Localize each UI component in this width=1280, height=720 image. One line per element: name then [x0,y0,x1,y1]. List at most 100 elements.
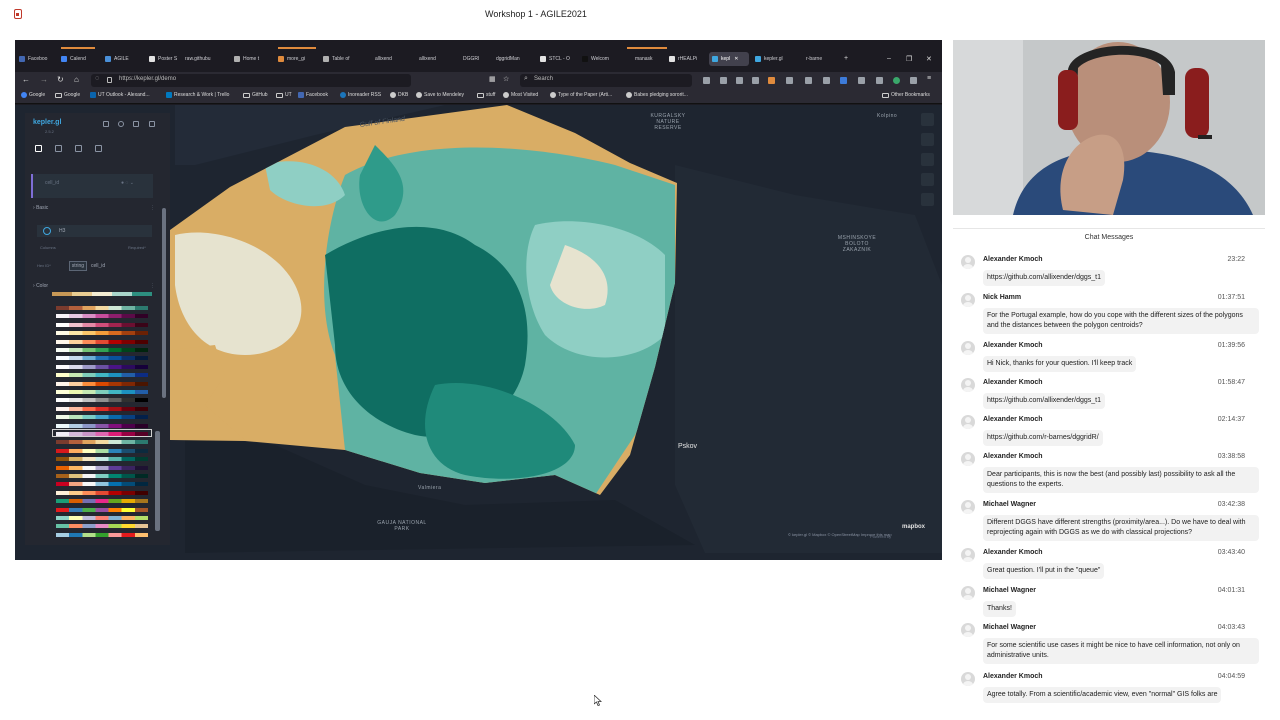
color-ramp-swatch[interactable] [56,423,148,428]
bookmark[interactable]: UT [276,92,292,98]
browser-tab[interactable]: Table of [323,52,361,66]
layer-type-selector[interactable]: H3 [37,225,152,237]
minimize-button[interactable]: – [887,55,891,62]
bookmark[interactable]: Google [21,92,45,98]
ramp-scrollbar[interactable] [155,431,160,531]
color-ramp-swatch[interactable] [56,499,148,504]
extension-icon[interactable] [876,77,883,84]
extension-icon[interactable] [910,77,917,84]
reload-icon[interactable]: ↻ [57,75,64,84]
color-ramp-swatch[interactable] [56,524,148,529]
browser-tab[interactable]: r-barne [806,52,840,66]
color-ramp-swatch[interactable] [56,356,148,361]
more-icon[interactable]: ⋮ [150,205,155,211]
section-color[interactable]: › Color [33,283,48,289]
color-ramp-swatch[interactable] [56,490,148,495]
locale-button[interactable] [921,193,934,206]
color-ramp-swatch[interactable] [56,532,148,537]
color-ramp-swatch[interactable] [56,406,148,411]
filters-tab-icon[interactable] [55,145,62,152]
settings-icon[interactable] [118,121,124,127]
message-text[interactable]: https://github.com/allixender/dggs_t1 [983,393,1106,409]
section-basic[interactable]: › Basic [33,205,48,211]
extension-icon[interactable] [805,77,812,84]
search-bar[interactable]: ⌕ Search [520,74,692,87]
extension-icon[interactable] [823,77,830,84]
home-icon[interactable]: ⌂ [74,75,79,84]
maximize-button[interactable]: ❐ [906,55,912,63]
bookmark[interactable]: Babes pledging sororit... [626,92,688,98]
bookmark[interactable]: Facebook [298,92,328,98]
browser-tab[interactable]: Welcom [582,52,618,66]
color-ramp-swatch[interactable] [56,457,148,462]
split-map-button[interactable] [921,113,934,126]
export-icon[interactable] [149,121,155,127]
color-ramp-list[interactable] [44,292,159,544]
extension-icon[interactable] [768,77,775,84]
color-ramp-swatch[interactable] [56,507,148,512]
color-ramp-swatch[interactable] [56,415,148,420]
browser-tab[interactable]: rHEALPi [669,52,707,66]
browser-tab[interactable]: more_gi [278,52,316,66]
save-icon[interactable] [133,121,139,127]
color-ramp-swatch[interactable] [56,373,148,378]
forward-arrow-icon[interactable]: → [40,75,48,84]
color-ramp-swatch[interactable] [56,440,148,445]
legend-button[interactable] [921,153,934,166]
browser-tab[interactable]: allixend [375,52,409,66]
selected-color-ramp[interactable] [52,429,152,437]
color-ramp-swatch[interactable] [56,516,148,520]
extension-icon[interactable] [893,77,900,84]
bookmark[interactable]: GitHub [243,92,268,98]
star-icon[interactable]: ☆ [503,75,509,83]
browser-tab[interactable]: Faceboo [19,52,53,66]
color-ramp-swatch[interactable] [56,348,148,352]
pocket-icon[interactable] [703,77,710,84]
panel-scrollbar[interactable] [162,208,166,398]
bookmark[interactable]: Research & Work | Trello [166,92,229,98]
color-ramp-swatch[interactable] [56,306,148,310]
color-ramp-swatch[interactable] [56,314,148,319]
close-icon[interactable]: ✕ [734,56,738,62]
layer-actions[interactable]: ● ◌ ⌄ [121,180,134,186]
browser-tab[interactable]: Home t [234,52,270,66]
browser-tab[interactable]: AGILE [105,52,141,66]
bookmark[interactable]: Google [55,92,80,98]
bookmark[interactable]: Inoreader RSS [340,92,381,98]
browser-tab[interactable]: allixend [419,52,453,66]
browser-tab-active[interactable]: kepl ✕ [709,52,749,66]
base-map-tab-icon[interactable] [95,145,102,152]
browser-tab[interactable]: DGGRI [463,52,493,66]
browser-tab[interactable]: manask [635,52,669,66]
color-ramp-swatch[interactable] [56,448,148,453]
browser-tab[interactable]: dggridMan [496,52,536,66]
color-ramp-swatch[interactable] [56,390,148,394]
other-bookmarks[interactable]: Other Bookmarks [882,92,930,98]
close-window-button[interactable]: ✕ [926,55,932,63]
layer-header[interactable]: cell_id ● ◌ ⌄ [31,174,153,198]
extension-icon[interactable] [786,77,793,84]
url-bar[interactable]: ◌ https://kepler.gl/demo [91,74,411,87]
extension-icon[interactable] [858,77,865,84]
bookmark[interactable]: DKB [390,92,408,98]
message-text[interactable]: https://github.com/r-barnes/dggridR/ [983,430,1103,446]
bookmark[interactable]: UT Outlook - Alexand... [90,92,150,98]
bookmark[interactable]: Most Visited [503,92,538,98]
color-ramp-swatch[interactable] [56,364,148,369]
download-icon[interactable] [720,77,727,84]
layer-visibility-button[interactable] [921,133,934,146]
color-ramp-swatch[interactable] [56,482,148,487]
current-color-ramp[interactable] [52,292,152,296]
menu-icon[interactable]: ≡ [927,75,931,82]
library-icon[interactable] [736,77,743,84]
interactions-tab-icon[interactable] [75,145,82,152]
color-ramp-swatch[interactable] [56,322,148,327]
bookmark[interactable]: Type of the Paper (Arti... [550,92,612,98]
browser-tab[interactable]: STCL - O [540,52,576,66]
extension-icon[interactable] [840,77,847,84]
share-icon[interactable] [103,121,109,127]
hex-id-row[interactable]: Hex ID* string cell_id [37,261,105,271]
color-ramp-swatch[interactable] [56,398,148,403]
color-ramp-swatch[interactable] [56,339,148,344]
browser-tab[interactable]: kepler.gl [755,52,795,66]
